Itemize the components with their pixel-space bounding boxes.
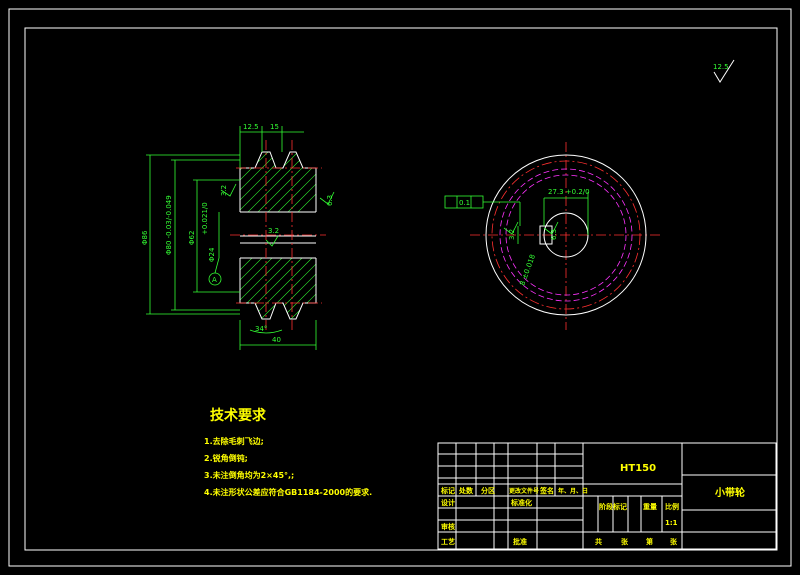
tb-label: 签名 <box>539 486 554 495</box>
tb-label: 处数 <box>458 486 474 495</box>
requirement-item: 4.未注形状公差应符合GB1184-2000的要求. <box>204 487 372 497</box>
tb-sheets: 张 <box>621 537 629 546</box>
tb-designer: 设计 <box>441 498 455 507</box>
tb-standardize: 标准化 <box>510 498 532 507</box>
roughness-symbol-general: 12.5 <box>713 59 735 83</box>
outer-border <box>8 8 792 567</box>
tb-scale-value: 1:1 <box>665 519 678 527</box>
title-block: 标记 处数 分区 更改文件号 签名 年、月、日 设计 标准化 审核 工艺 批准 … <box>437 442 777 550</box>
requirement-item: 2.锐角倒钝; <box>204 453 248 463</box>
roughness-face: 6.3 <box>326 195 334 206</box>
dim-keyway-width: 8 ±0.018 <box>518 253 537 286</box>
dim-groove-angle: 34° <box>255 325 267 333</box>
tb-label: 更改文件号 <box>509 487 539 495</box>
dim-width: 40 <box>272 336 281 344</box>
dim-outer-dia: Φ86 <box>141 230 149 245</box>
dim-bore-dia: Φ24 <box>208 247 216 262</box>
datum-a: A <box>212 276 217 284</box>
tb-approve: 批准 <box>513 537 527 546</box>
tb-review: 审核 <box>441 522 455 531</box>
dim-groove-spacing-1: 12.5 <box>243 123 259 131</box>
tb-label: 标记 <box>440 486 455 495</box>
drawing-canvas: 12.5 12.5 15 Φ86 Φ80 -0.03/-0.049 Φ62 Φ2… <box>8 8 792 567</box>
inner-border <box>24 27 778 551</box>
requirements-title: 技术要求 <box>210 407 267 424</box>
tb-sheets: 共 <box>595 537 602 546</box>
front-view <box>470 142 660 330</box>
dim-pitch-dia: Φ80 -0.03/-0.049 <box>165 195 173 255</box>
front-dimensions: 27.3 +0.2/0 8 ±0.018 0.1 3.2 6.3 <box>444 188 590 287</box>
requirement-item: 1.去除毛刺飞边; <box>204 436 264 446</box>
tb-part-name: 小带轮 <box>714 486 745 499</box>
tb-scale: 比例 <box>665 502 679 511</box>
roughness-key: 3.2 <box>508 229 516 240</box>
roughness-value: 12.5 <box>713 63 729 71</box>
requirement-item: 3.未注倒角均为2×45°,; <box>204 470 294 480</box>
tb-sheets: 第 <box>646 537 653 546</box>
roughness-key2: 6.3 <box>550 229 558 240</box>
tolerance-value: 0.1 <box>459 199 470 207</box>
tb-label: 年、月、日 <box>558 487 588 495</box>
technical-requirements: 技术要求 1.去除毛刺飞边; 2.锐角倒钝; 3.未注倒角均为2×45°,; 4… <box>204 407 372 497</box>
dim-hub-dia: Φ62 <box>188 231 196 245</box>
dim-groove-spacing-2: 15 <box>270 123 279 131</box>
dim-bore-tol: +0.021/0 <box>201 202 209 235</box>
tb-sheets: 张 <box>670 537 678 546</box>
tb-material: HT150 <box>620 463 656 474</box>
tb-stage-mark: 阶段标记 <box>599 502 627 511</box>
roughness-bore: 3.2 <box>268 227 279 235</box>
tb-label: 分区 <box>481 486 495 495</box>
dim-keyway-depth: 27.3 +0.2/0 <box>548 188 590 196</box>
roughness-groove: 3.2 <box>220 185 228 196</box>
tb-process: 工艺 <box>441 537 455 546</box>
tb-weight: 重量 <box>643 502 657 511</box>
